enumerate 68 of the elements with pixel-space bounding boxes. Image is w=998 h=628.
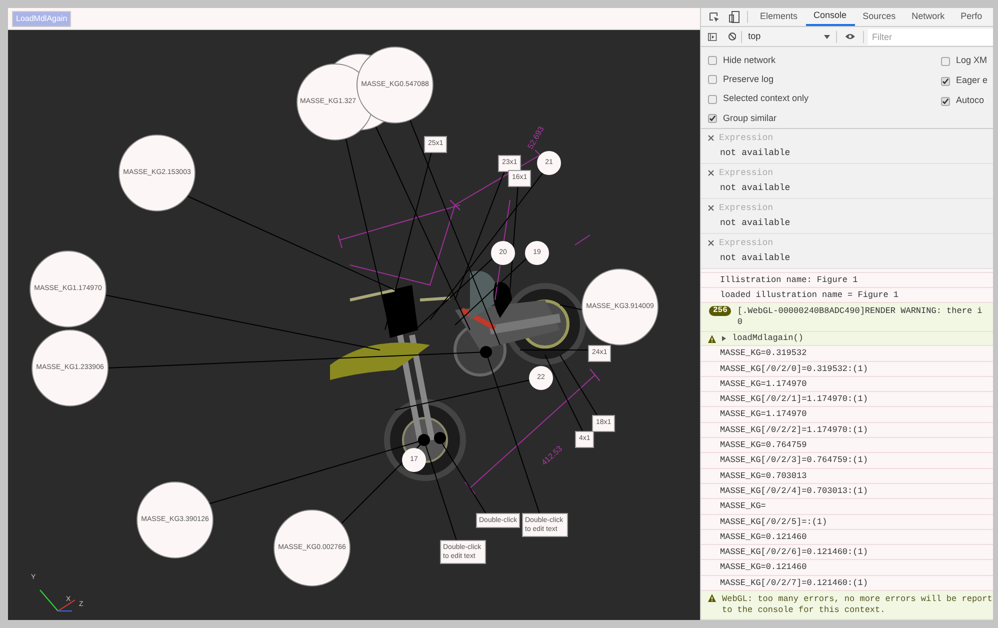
console-message: MASSE_KG[/0/2/5]=:(1) — [701, 514, 993, 530]
clear-console-icon[interactable] — [728, 31, 736, 42]
checkbox[interactable] — [708, 94, 717, 104]
console-message: MASSE_KG[/0/2/1]=1.174970:(1) — [701, 392, 993, 408]
setting-checkbox[interactable]: Selected context only — [708, 90, 941, 109]
console-message: MASSE_KG[/0/2/2]=1.174970:(1) — [701, 422, 993, 438]
setting-checkbox[interactable]: Log XM — [941, 51, 993, 71]
console-message: MASSE_KG[/0/2/3]=0.764759:(1) — [701, 453, 993, 469]
leader-line — [560, 304, 584, 310]
close-icon[interactable] — [708, 170, 714, 176]
eye-icon[interactable] — [844, 32, 856, 41]
close-icon[interactable] — [708, 205, 714, 212]
console-message: Illistration name: Figure 1 — [701, 272, 993, 288]
axis-triad-drawing — [40, 590, 76, 612]
anchor-dot — [434, 432, 446, 444]
setting-checkbox[interactable]: Autoco — [941, 91, 993, 111]
filter-field[interactable]: Filter — [868, 28, 993, 44]
close-icon[interactable] — [708, 135, 714, 142]
console-message: MASSE_KG=1.174970 — [701, 407, 993, 423]
setting-checkbox[interactable]: Preserve log — [708, 70, 941, 90]
console-message: loadMdlagain() — [732, 332, 804, 346]
checkbox[interactable] — [708, 114, 717, 123]
checkbox[interactable] — [941, 56, 950, 66]
console-message: [.WebGL-00000240B8ADC490]RENDER WARNING: there i 0 — [737, 306, 982, 328]
expression-value: not available — [719, 147, 792, 160]
anchor-dot — [418, 434, 430, 446]
console-message: MASSE_KG[/0/2/4]=0.703013:(1) — [701, 484, 993, 500]
setting-checkbox[interactable]: Group similar — [708, 108, 941, 128]
console-message: MASSE_KG=0.703013 — [701, 468, 993, 484]
anchor-dot — [480, 346, 492, 358]
close-icon[interactable] — [708, 240, 714, 246]
console-message: MASSE_KG[/0/2/6]=0.121460:(1) — [701, 545, 993, 560]
devtools-tab[interactable]: Perfo — [952, 8, 990, 26]
sidebar-toggle-icon[interactable] — [708, 32, 717, 42]
inspect-icon[interactable] — [709, 12, 720, 22]
dimension-line — [574, 234, 590, 246]
checkbox[interactable] — [708, 56, 717, 66]
console-message: MASSE_KG=0.121460 — [701, 530, 993, 546]
device-icon[interactable] — [729, 11, 740, 23]
setting-checkbox[interactable]: Hide network — [708, 51, 941, 70]
devtools-tab[interactable]: Network — [904, 8, 953, 26]
console-message: MASSE_KG=0.764759 — [701, 438, 993, 454]
console-message: MASSE_KG=0.319532 — [701, 346, 993, 362]
devtools-tab[interactable]: Sources — [854, 8, 904, 26]
expression-label: Expression — [719, 236, 774, 250]
expression-label: Expression — [719, 132, 774, 144]
checkbox[interactable] — [941, 76, 950, 86]
expression-label: Expression — [719, 202, 774, 214]
expand-arrow-icon[interactable] — [722, 336, 726, 342]
console-message: MASSE_KG=0.121460 — [701, 560, 993, 576]
checkbox[interactable] — [708, 75, 717, 84]
number-plate-drawing — [382, 285, 418, 338]
console-message: MASSE_KG=1.174970 — [701, 376, 993, 392]
expression-value: not available — [719, 217, 792, 230]
warning-icon — [708, 334, 716, 343]
expression-value: not available — [719, 252, 792, 265]
warning-icon — [708, 594, 716, 602]
expression-label: Expression — [719, 166, 774, 180]
console-message: MASSE_KG= — [701, 499, 993, 515]
dropdown-caret-icon — [824, 34, 830, 38]
context-dropdown[interactable]: top — [748, 30, 830, 44]
console-message: MASSE_KG[/0/2/0]=0.319532:(1) — [701, 362, 993, 377]
checkbox[interactable] — [941, 96, 950, 106]
message-count-badge[interactable]: 256 — [709, 306, 732, 316]
expression-value: not available — [719, 182, 792, 195]
devtools-tab[interactable]: Elements — [752, 8, 806, 26]
console-message: WebGL: too many errors, no more errors will be report to the console for this context. — [722, 594, 992, 616]
setting-checkbox[interactable]: Eager e — [941, 71, 993, 91]
